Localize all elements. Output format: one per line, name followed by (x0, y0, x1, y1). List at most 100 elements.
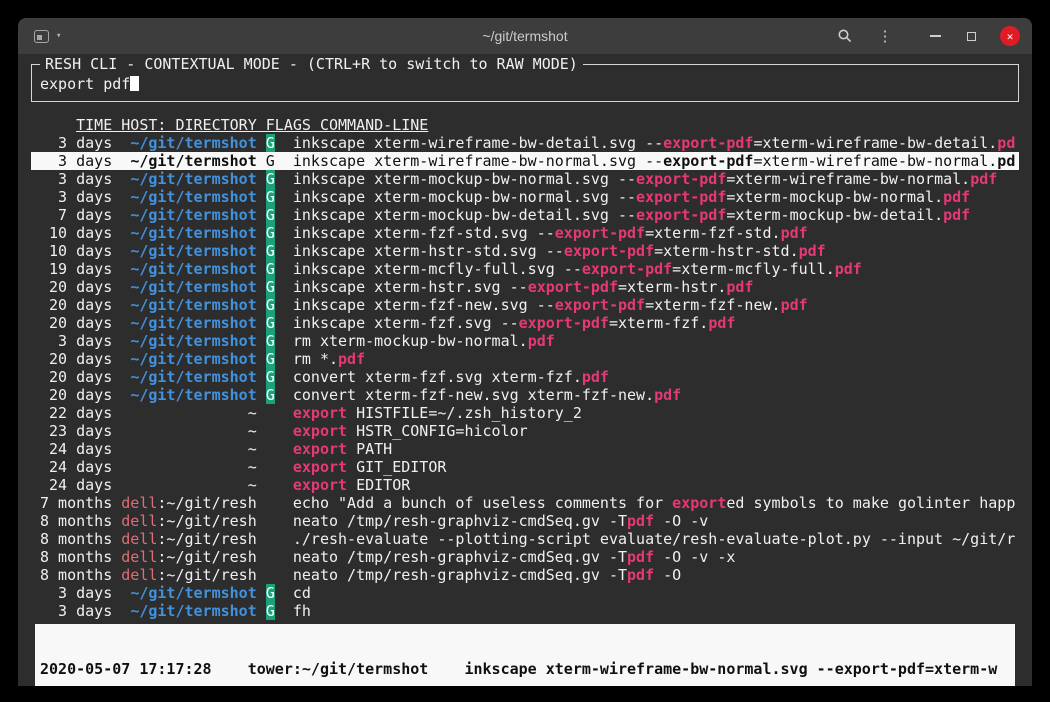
cmd-segment: export (293, 440, 347, 458)
text-segment (275, 332, 293, 350)
history-row[interactable]: 3 days ~/git/termshot G fh (31, 602, 1019, 620)
history-row[interactable]: 3 days ~/git/termshot G inkscape xterm-w… (31, 134, 1019, 152)
time-cell: 24 days (40, 476, 121, 494)
time-cell: 3 days (40, 170, 121, 188)
history-row[interactable]: 8 months dell:~/git/resh neato /tmp/resh… (31, 512, 1019, 530)
terminal-content: RESH CLI - CONTEXTUAL MODE - (CTRL+R to … (18, 54, 1032, 686)
titlebar[interactable]: ▾ ~/git/termshot ⋮ ✕ (18, 18, 1032, 54)
cmd-segment: neato /tmp/resh-graphviz-cmdSeq.gv -T (293, 566, 627, 584)
cmd-segment: inkscape xterm-mcfly-full.svg -- (293, 260, 582, 278)
history-row[interactable]: 20 days ~/git/termshot G convert xterm-f… (31, 368, 1019, 386)
cmd-segment: inkscape xterm-fzf-new.svg -- (293, 296, 555, 314)
host-pad (121, 314, 130, 332)
time-cell: 24 days (40, 458, 121, 476)
text-segment (275, 152, 293, 170)
new-tab-icon[interactable] (34, 30, 49, 43)
history-row[interactable]: 24 days ~ export PATH (31, 440, 1019, 458)
cmd-segment: inkscape xterm-fzf.svg -- (293, 314, 519, 332)
text-segment (257, 368, 266, 386)
cmd-segment: ./resh-evaluate --plotting-script evalua… (293, 530, 1015, 548)
time-cell: 10 days (40, 242, 121, 260)
git-flag-badge: G (266, 170, 275, 188)
history-row[interactable]: 8 months dell:~/git/resh neato /tmp/resh… (31, 548, 1019, 566)
host-path: ~/git/termshot (130, 260, 256, 278)
cmd-segment: GIT_EDITOR (347, 458, 446, 476)
cmd-segment: export-pdf (555, 224, 645, 242)
history-row[interactable]: 10 days ~/git/termshot G inkscape xterm-… (31, 242, 1019, 260)
host-path: ~/git/termshot (130, 242, 256, 260)
text-segment (275, 242, 293, 260)
host-path: ~ (248, 440, 257, 458)
cmd-segment: export (293, 422, 347, 440)
time-cell: 3 days (40, 584, 121, 602)
history-row[interactable]: 3 days ~/git/termshot G inkscape xterm-m… (31, 188, 1019, 206)
menu-kebab-icon[interactable]: ⋮ (873, 24, 897, 48)
history-row[interactable]: 8 months dell:~/git/resh ./resh-evaluate… (31, 530, 1019, 548)
host-path: ~/git/termshot (130, 368, 256, 386)
text-segment (257, 584, 266, 602)
titlebar-left: ▾ (18, 30, 61, 43)
history-row[interactable]: 20 days ~/git/termshot G rm *.pdf (31, 350, 1019, 368)
search-query[interactable]: export pdf (40, 75, 130, 93)
history-row[interactable]: 23 days ~ export HSTR_CONFIG=hicolor (31, 422, 1019, 440)
cmd-segment: pdf (528, 332, 555, 350)
cmd-segment: inkscape xterm-wireframe-bw-normal.svg -… (293, 152, 663, 170)
close-button[interactable]: ✕ (1000, 26, 1020, 46)
text-segment (257, 458, 275, 476)
history-row[interactable]: 22 days ~ export HISTFILE=~/.zsh_history… (31, 404, 1019, 422)
git-flag-badge: G (266, 350, 275, 368)
history-row[interactable]: 7 months dell:~/git/resh echo "Add a bun… (31, 494, 1019, 512)
text-segment (275, 476, 293, 494)
host-path: :~/git/resh (157, 512, 256, 530)
cmd-segment: pdf (970, 170, 997, 188)
cmd-segment: HISTFILE=~/.zsh_history_2 (347, 404, 582, 422)
host-pad (121, 206, 130, 224)
text-segment (257, 242, 266, 260)
history-row[interactable]: 3 days ~/git/termshot G cd (31, 584, 1019, 602)
restore-icon[interactable] (959, 24, 983, 48)
history-row[interactable]: 20 days ~/git/termshot G inkscape xterm-… (31, 296, 1019, 314)
text-segment (275, 224, 293, 242)
history-row[interactable]: 20 days ~/git/termshot G convert xterm-f… (31, 386, 1019, 404)
search-icon[interactable] (833, 24, 857, 48)
cmd-segment: pd (997, 152, 1015, 170)
cmd-segment: HSTR_CONFIG=hicolor (347, 422, 528, 440)
search-box[interactable]: RESH CLI - CONTEXTUAL MODE - (CTRL+R to … (31, 64, 1019, 102)
history-row[interactable]: 20 days ~/git/termshot G inkscape xterm-… (31, 278, 1019, 296)
text-segment (275, 350, 293, 368)
text-segment (257, 206, 266, 224)
history-row[interactable]: 3 days ~/git/termshot G inkscape xterm-m… (31, 170, 1019, 188)
history-row[interactable]: 24 days ~ export EDITOR (31, 476, 1019, 494)
text-segment (257, 530, 275, 548)
cmd-segment: export (672, 494, 726, 512)
history-row[interactable]: 10 days ~/git/termshot G inkscape xterm-… (31, 224, 1019, 242)
time-cell: 8 months (40, 530, 121, 548)
history-row[interactable]: 24 days ~ export GIT_EDITOR (31, 458, 1019, 476)
cmd-segment: export-pdf (528, 278, 618, 296)
history-row[interactable]: 20 days ~/git/termshot G inkscape xterm-… (31, 314, 1019, 332)
cmd-segment: pdf (338, 350, 365, 368)
text-segment (275, 278, 293, 296)
host-path: dell (121, 548, 157, 566)
host-path: ~/git/termshot (130, 188, 256, 206)
cmd-segment: convert xterm-fzf.svg xterm-fzf. (293, 368, 582, 386)
text-segment (275, 260, 293, 278)
history-row[interactable]: 3 days ~/git/termshot G rm xterm-mockup-… (31, 332, 1019, 350)
minimize-icon[interactable] (923, 24, 947, 48)
cmd-segment: cd (293, 584, 311, 602)
tab-dropdown-caret-icon[interactable]: ▾ (56, 31, 61, 41)
cmd-segment: EDITOR (347, 476, 410, 494)
history-row[interactable]: 19 days ~/git/termshot G inkscape xterm-… (31, 260, 1019, 278)
time-cell: 24 days (40, 440, 121, 458)
history-row[interactable]: 7 days ~/git/termshot G inkscape xterm-m… (31, 206, 1019, 224)
history-row[interactable]: 8 months dell:~/git/resh neato /tmp/resh… (31, 566, 1019, 584)
host-path: ~/git/termshot (130, 602, 256, 620)
header-text: TIME HOST: DIRECTORY FLAGS COMMAND-LINE (76, 116, 428, 134)
cmd-segment: pdf (708, 314, 735, 332)
time-cell: 3 days (40, 188, 121, 206)
history-row[interactable]: 3 days ~/git/termshot G inkscape xterm-w… (31, 152, 1019, 170)
cmd-segment: export-pdf (582, 260, 672, 278)
text-segment (257, 260, 266, 278)
text-segment (275, 404, 293, 422)
status-bar: 2020-05-07 17:17:28 tower:~/git/termshot… (35, 624, 1015, 686)
